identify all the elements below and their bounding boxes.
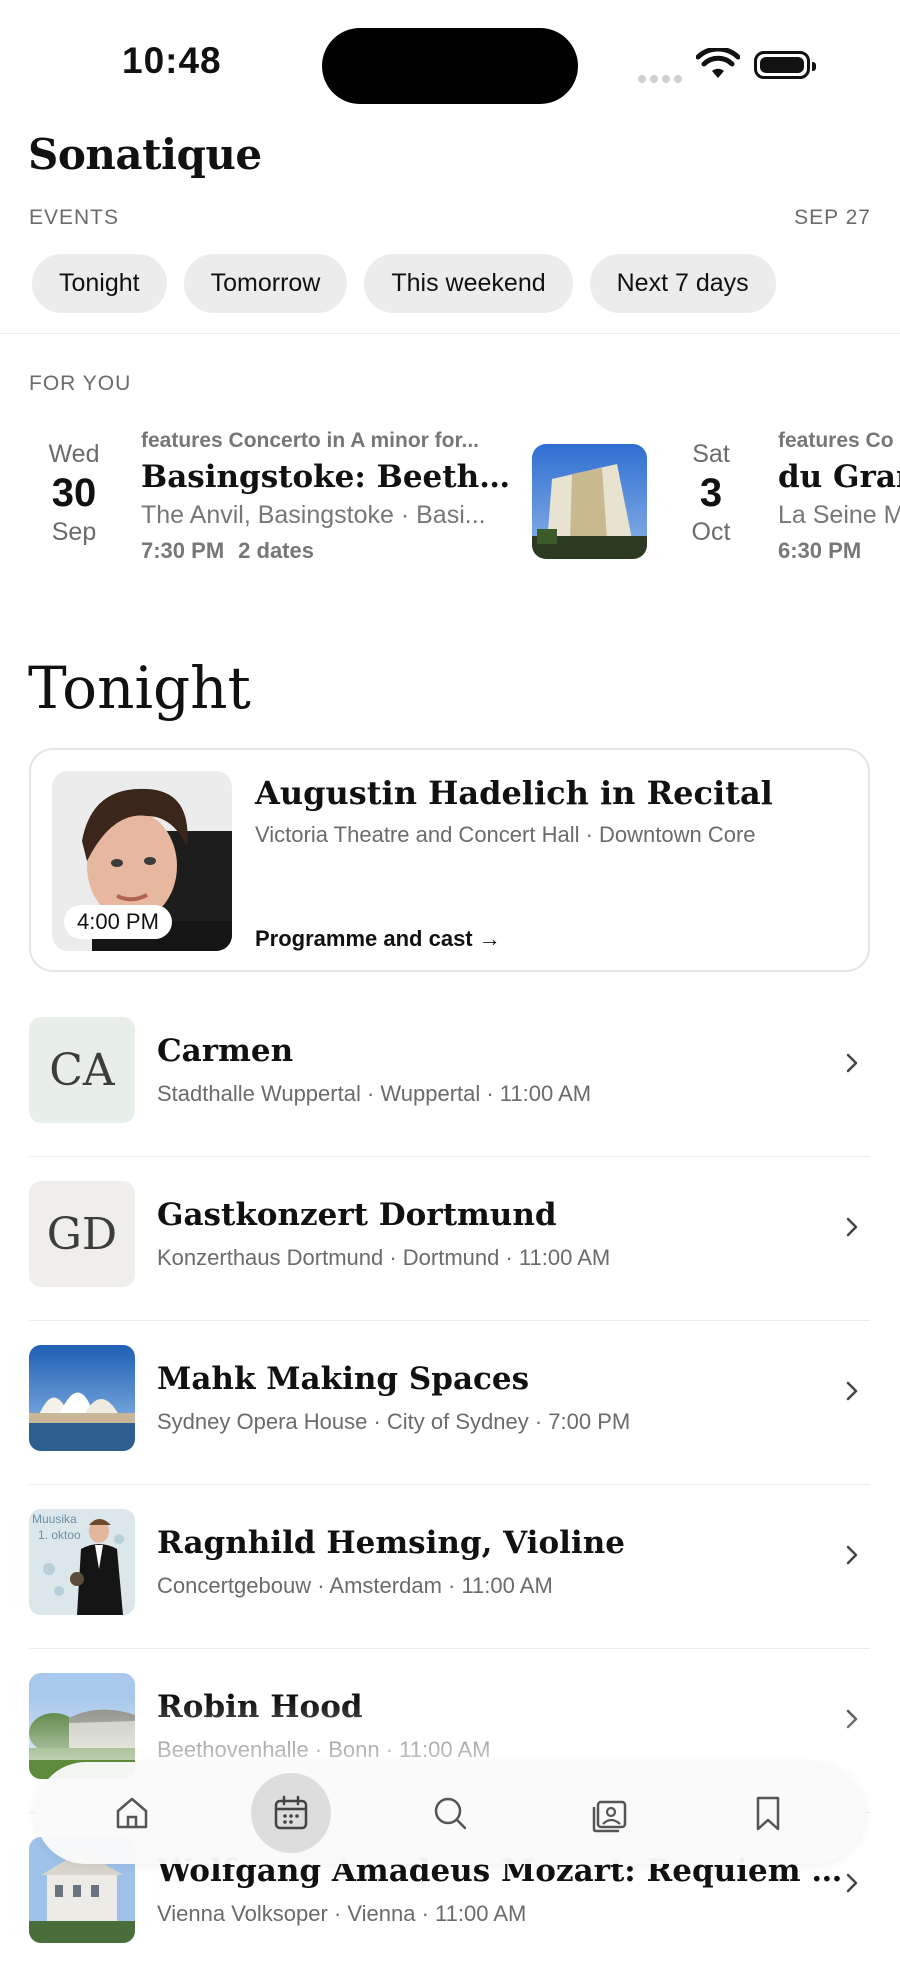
event-subtitle: Beethovenhalle · Bonn · 11:00 AM (157, 1737, 491, 1762)
chevron-right-icon (846, 1545, 858, 1565)
card-title: du Grand (778, 459, 900, 495)
event-row[interactable]: CA Carmen Stadthalle Wuppertal · Wuppert… (29, 993, 870, 1157)
event-initials: CA (49, 1044, 115, 1096)
filter-chip-this-weekend[interactable]: This weekend (364, 254, 573, 313)
event-initials: GD (46, 1208, 118, 1260)
event-title: Robin Hood (157, 1689, 363, 1725)
gallery-icon (592, 1800, 627, 1833)
app-logo: Sonatique (28, 130, 262, 179)
card-date: Sat 3 Oct (666, 425, 756, 547)
event-title: Mahk Making Spaces (157, 1361, 530, 1397)
featured-event-title: Augustin Hadelich in Recital (255, 774, 773, 812)
event-subtitle: Concertgebouw · Amsterdam · 11:00 AM (157, 1573, 553, 1598)
dynamic-island (322, 28, 578, 104)
section-label: EVENTS (29, 206, 120, 229)
card-venue: La Seine M (778, 501, 900, 529)
card-time: 6:30 PM (778, 538, 862, 563)
event-subtitle: Stadthalle Wuppertal · Wuppertal · 11:00… (157, 1081, 592, 1106)
event-title: Gastkonzert Dortmund (157, 1197, 557, 1233)
event-title: Ragnhild Hemsing, Violine (157, 1525, 625, 1561)
card-time: 7:30 PM 2 dates (141, 538, 511, 564)
search-icon (434, 1797, 467, 1830)
filter-chip-tonight[interactable]: Tonight (32, 254, 167, 313)
card-time-value: 7:30 PM (141, 538, 225, 563)
chevron-right-icon (846, 1217, 858, 1237)
tab-saved[interactable] (728, 1773, 808, 1853)
card-weekday: Sat (692, 440, 730, 468)
battery-icon (754, 51, 816, 79)
featured-event-venue: Victoria Theatre and Concert Hall · Down… (255, 822, 756, 847)
tonight-heading: Tonight (28, 654, 251, 722)
card-venue: The Anvil, Basingstoke · Basi... (141, 501, 486, 529)
event-thumbnail: GD (29, 1181, 135, 1287)
event-thumbnail: Muusika 1. oktoo (29, 1509, 135, 1615)
card-month: Oct (691, 518, 731, 546)
event-subtitle: Konzerthaus Dortmund · Dortmund · 11:00 … (157, 1245, 611, 1270)
card-dates-count: 2 dates (238, 538, 314, 563)
filter-chip-next-7-days[interactable]: Next 7 days (589, 254, 776, 313)
current-date: SEP 27 (794, 206, 871, 229)
card-features: features Concerto in A minor for... (141, 429, 479, 452)
card-day: 30 (51, 471, 97, 515)
chevron-right-icon (846, 1873, 858, 1893)
event-row[interactable]: Muusika 1. oktoo Ragnhild Hemsing, Violi… (29, 1485, 870, 1649)
card-day: 3 (699, 471, 723, 515)
status-bar: 10:48 (0, 0, 900, 130)
for-you-card[interactable]: Wed 30 Sep features Concerto in A minor … (29, 425, 649, 585)
tab-home[interactable] (92, 1773, 172, 1853)
thumbnail-caption-line: 1. oktoo (38, 1528, 81, 1542)
card-title: Basingstoke: Beethoven... (141, 459, 511, 495)
event-row[interactable]: GD Gastkonzert Dortmund Konzerthaus Dort… (29, 1157, 870, 1321)
chevron-right-icon (846, 1381, 858, 1401)
tab-search[interactable] (410, 1773, 490, 1853)
event-time-badge: 4:00 PM (64, 905, 172, 939)
tab-bar (35, 1762, 865, 1864)
card-month: Sep (51, 518, 97, 546)
card-features: features Co (778, 429, 894, 452)
card-venue-image (532, 444, 647, 559)
status-time: 10:48 (122, 40, 222, 81)
featured-event-image: 4:00 PM (52, 771, 232, 951)
for-you-card[interactable]: Sat 3 Oct features Co du Grand La Seine … (666, 425, 900, 585)
event-row[interactable]: Mahk Making Spaces Sydney Opera House · … (29, 1321, 870, 1485)
for-you-label: FOR YOU (29, 372, 132, 395)
home-icon (116, 1797, 148, 1829)
tab-gallery[interactable] (569, 1773, 649, 1853)
chevron-right-icon (846, 1709, 858, 1729)
event-subtitle: Sydney Opera House · City of Sydney · 7:… (157, 1409, 631, 1434)
event-title: Carmen (157, 1033, 294, 1069)
event-thumbnail (29, 1345, 135, 1451)
bookmark-icon (756, 1796, 780, 1831)
thumbnail-caption-line: Muusika (32, 1512, 77, 1526)
card-weekday: Wed (48, 440, 100, 468)
cellular-signal-icon (638, 70, 686, 88)
wifi-icon (696, 48, 740, 78)
filter-chip-tomorrow[interactable]: Tomorrow (183, 254, 348, 313)
divider (0, 333, 900, 334)
programme-and-cast-link[interactable]: Programme and cast → (255, 926, 501, 952)
date-filter-chips: Tonight Tomorrow This weekend Next 7 day… (32, 254, 776, 313)
chevron-right-icon (846, 1053, 858, 1073)
card-date: Wed 30 Sep (29, 425, 119, 547)
calendar-icon (274, 1795, 308, 1830)
thumbnail-caption: Muusika 1. oktoo (32, 1511, 81, 1543)
event-subtitle: Vienna Volksoper · Vienna · 11:00 AM (157, 1901, 527, 1926)
event-thumbnail: CA (29, 1017, 135, 1123)
featured-event-card[interactable]: 4:00 PM Augustin Hadelich in Recital Vic… (29, 748, 870, 972)
tab-calendar[interactable] (251, 1773, 331, 1853)
